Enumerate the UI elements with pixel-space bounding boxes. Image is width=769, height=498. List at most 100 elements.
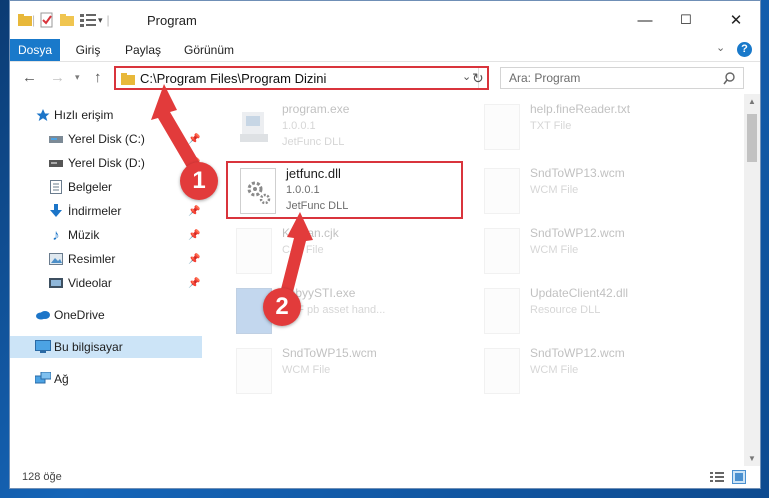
pin-icon: 📌 <box>188 205 201 217</box>
quick-access-toolbar: | ▾ | <box>18 11 115 29</box>
file-type: WCM File <box>282 364 331 376</box>
address-path: C:\Program Files\Program Dizini <box>140 71 327 86</box>
file-name: SndToWP13.wcm <box>530 166 625 180</box>
expand-ribbon-icon[interactable]: ⌄ <box>716 41 725 54</box>
file-item[interactable]: UpdateClient42.dll Resource DLL <box>484 284 714 344</box>
cloud-icon <box>35 307 51 323</box>
refresh-icon[interactable]: ↻ <box>472 70 484 87</box>
wcm-file-icon <box>484 228 520 274</box>
tab-file[interactable]: Dosya <box>10 39 60 61</box>
music-icon: ♪ <box>52 226 60 244</box>
drive-icon <box>48 155 64 171</box>
forward-arrow-icon[interactable]: → <box>50 69 65 86</box>
scroll-up-icon[interactable]: ▲ <box>744 97 760 106</box>
minimize-button[interactable]: — <box>622 1 668 39</box>
sidebar-item-music[interactable]: ♪ Müzik 📌 <box>10 224 202 246</box>
file-name: program.exe <box>282 102 350 116</box>
folder-icon[interactable] <box>18 13 32 27</box>
sidebar-item-label: Ağ <box>54 372 69 386</box>
file-item[interactable]: SndToWP13.wcm WCM File <box>484 164 714 224</box>
up-arrow-icon[interactable]: ↑ <box>94 69 102 86</box>
pin-icon: 📌 <box>188 229 201 241</box>
search-icon <box>723 72 735 85</box>
sidebar-item-local-disk-d[interactable]: Yerel Disk (D:) 📌 <box>10 152 202 174</box>
sidebar-item-videos[interactable]: Videolar 📌 <box>10 272 202 294</box>
tab-view[interactable]: Görünüm <box>178 39 240 61</box>
details-view-icon[interactable] <box>710 471 724 483</box>
sidebar-item-label: Yerel Disk (C:) <box>68 132 145 146</box>
large-icons-view-icon[interactable] <box>732 470 746 484</box>
pin-icon: 📌 <box>188 253 201 265</box>
file-description: JetFunc DLL <box>282 136 345 148</box>
sidebar-item-downloads[interactable]: İndirmeler 📌 <box>10 200 202 222</box>
sidebar-item-label: Videolar <box>68 276 112 290</box>
sidebar-item-label: Resimler <box>68 252 116 266</box>
title-bar: | ▾ | Program — ☐ ✕ <box>10 1 760 39</box>
text-file-icon <box>484 104 520 150</box>
wcm-file-icon <box>236 348 272 394</box>
sidebar-item-quick-access[interactable]: Hızlı erişim <box>10 104 202 126</box>
scrollbar-thumb[interactable] <box>747 114 757 162</box>
sidebar-item-local-disk-c[interactable]: Yerel Disk (C:) 📌 <box>10 128 202 150</box>
sidebar-item-label: İndirmeler <box>68 204 122 218</box>
search-input[interactable]: Ara: Program <box>500 67 744 89</box>
item-count: 128 öğe <box>22 471 62 483</box>
sidebar-item-label: Yerel Disk (D:) <box>68 156 145 170</box>
separator: | <box>32 13 36 27</box>
step-2-badge: 2 <box>263 288 301 326</box>
sidebar-item-this-pc[interactable]: Bu bilgisayar <box>10 336 202 358</box>
document-icon <box>48 179 64 195</box>
file-item[interactable]: SndToWP12.wcm WCM File <box>484 344 714 404</box>
download-icon <box>48 203 64 219</box>
star-icon <box>35 107 51 123</box>
file-item[interactable]: SndToWP15.wcm WCM File <box>236 344 466 404</box>
file-item[interactable]: Korean.cjk CJK File <box>236 224 466 284</box>
exe-icon <box>236 104 272 150</box>
sidebar-item-label: Hızlı erişim <box>54 108 114 122</box>
sidebar-item-network[interactable]: Ağ <box>10 368 202 390</box>
properties-icon[interactable] <box>40 12 54 28</box>
explorer-window: | ▾ | Program — ☐ ✕ Dosya Giriş Paylaş G… <box>9 0 761 489</box>
file-type: WCM File <box>530 244 579 256</box>
back-arrow-icon[interactable]: ← <box>22 69 37 86</box>
recent-locations-icon[interactable]: ▾ <box>75 72 80 83</box>
sidebar-item-onedrive[interactable]: OneDrive <box>10 304 202 326</box>
file-item[interactable]: program.exe 1.0.0.1 JetFunc DLL <box>236 100 466 160</box>
file-name: SndToWP12.wcm <box>530 226 625 240</box>
tab-share[interactable]: Paylaş <box>118 39 168 61</box>
maximize-button[interactable]: ☐ <box>663 1 709 39</box>
file-version: 1.0.0.1 <box>282 120 316 132</box>
view-options-icon[interactable] <box>80 13 96 27</box>
generic-file-icon <box>236 228 272 274</box>
pin-icon: 📌 <box>188 133 201 145</box>
sidebar-item-pictures[interactable]: Resimler 📌 <box>10 248 202 270</box>
wcm-file-icon <box>484 348 520 394</box>
file-name: UpdateClient42.dll <box>530 286 629 300</box>
sidebar-item-label: Belgeler <box>68 180 113 194</box>
new-folder-icon[interactable] <box>60 13 74 27</box>
close-button[interactable]: ✕ <box>713 1 759 39</box>
dll-gear-icon <box>484 288 520 334</box>
tab-home[interactable]: Giriş <box>68 39 108 61</box>
file-name: Korean.cjk <box>282 226 339 240</box>
network-icon <box>35 371 51 387</box>
video-icon <box>48 275 64 291</box>
navigation-bar: ← → ▾ ↑ C:\Program Files\Program Dizini … <box>10 62 760 94</box>
search-placeholder: Ara: Program <box>509 71 581 85</box>
sidebar-item-documents[interactable]: Belgeler 📌 <box>10 176 202 198</box>
file-item[interactable]: SndToWP12.wcm WCM File <box>484 224 714 284</box>
drive-icon <box>48 131 64 147</box>
customize-dropdown-icon[interactable]: ▾ <box>98 15 103 26</box>
address-bar[interactable]: C:\Program Files\Program Dizini ⌄ <box>114 66 489 90</box>
help-icon[interactable]: ? <box>737 42 752 57</box>
scroll-down-icon[interactable]: ▼ <box>744 454 760 463</box>
file-item[interactable]: help.fineReader.txt TXT File <box>484 100 714 160</box>
pin-icon: 📌 <box>188 277 201 289</box>
vertical-scrollbar[interactable]: ▲ ▼ <box>744 94 760 466</box>
ribbon-tabs: Dosya Giriş Paylaş Görünüm ⌄ ? <box>10 39 760 62</box>
highlight-box-file <box>226 161 463 219</box>
sidebar-item-label: OneDrive <box>54 308 105 322</box>
file-type: WCM File <box>530 364 579 376</box>
address-dropdown-icon[interactable]: ⌄ <box>462 70 471 83</box>
folder-icon <box>121 73 135 85</box>
